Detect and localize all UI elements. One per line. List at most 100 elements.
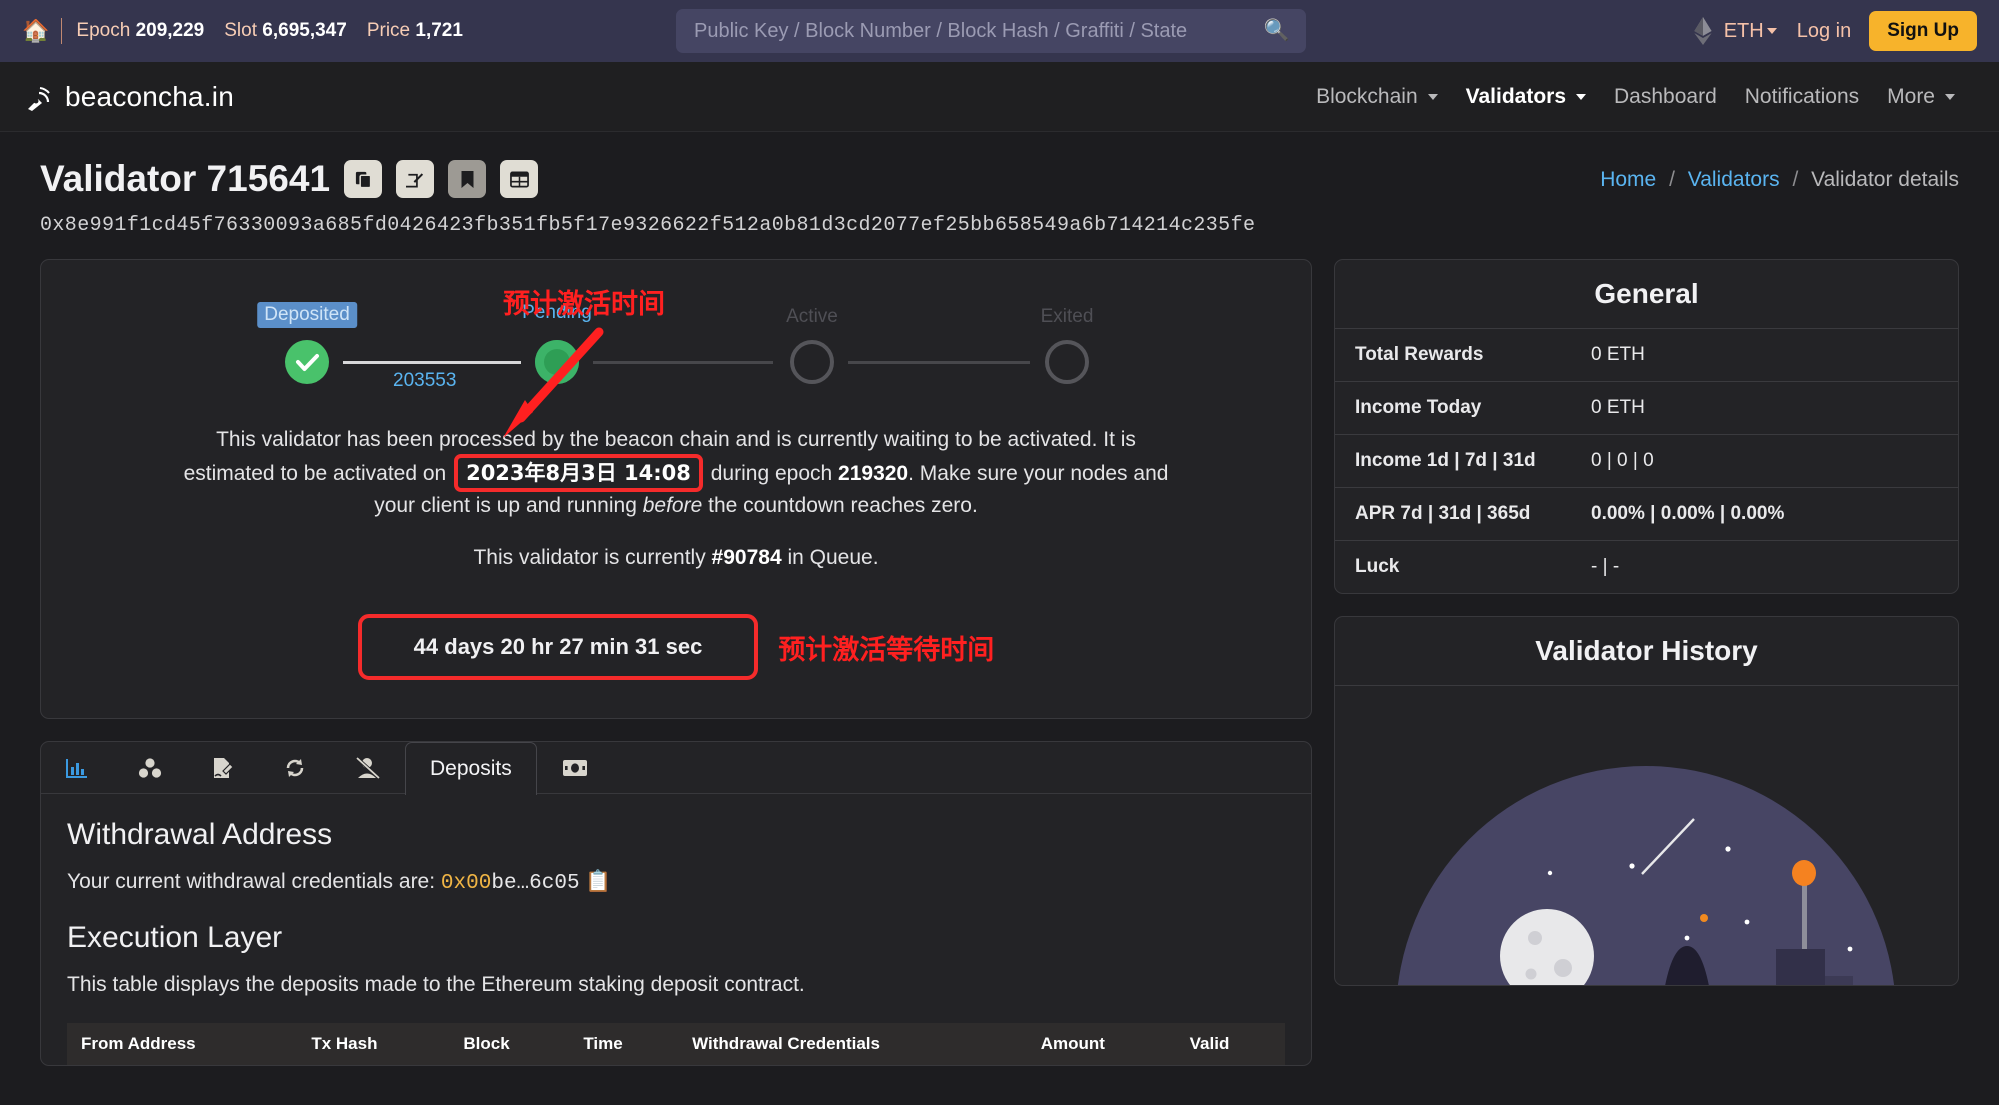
status-node-exited[interactable]: Exited [1041,306,1093,384]
general-card-title: General [1594,278,1699,309]
cubes-icon [138,757,162,778]
tab-bar: Deposits [41,742,1311,795]
credentials-hex-rest: be…6c05 [491,872,580,895]
tab-charts[interactable] [41,742,113,793]
tab-blocks[interactable] [113,742,187,793]
status-node-pending[interactable]: Pending [522,302,592,384]
validator-history-card: Validator History [1334,616,1959,986]
row-key: Luck [1355,556,1400,577]
general-table: Total Rewards 0 ETH Income Today 0 ETH I… [1335,328,1958,593]
status-description: This validator has been processed by the… [171,426,1181,520]
search-icon[interactable]: 🔍 [1264,19,1290,43]
tab-sync[interactable] [259,742,331,793]
nav-item-dashboard[interactable]: Dashboard [1614,85,1717,109]
chevron-down-icon [1427,93,1438,100]
activation-epoch[interactable]: 219320 [838,462,908,485]
column-tx-hash[interactable]: Tx Hash [297,1023,450,1065]
column-block[interactable]: Block [449,1023,570,1065]
sync-icon [286,759,304,777]
epoch-label: Epoch [76,20,131,41]
tab-slashings[interactable] [331,742,405,793]
main-navbar: beaconcha.in Blockchain Validators Dashb… [0,62,1999,132]
table-row: Income 1d | 7d | 31d 0 | 0 | 0 [1335,434,1958,488]
price-value: 1,721 [415,20,463,41]
table-row: Luck - | - [1335,540,1958,594]
tab-attestations[interactable] [187,742,259,793]
topbar-stats: 🏠 Epoch 209,229 Slot 6,695,347 Price 1,7… [22,18,483,44]
money-bill-icon [562,760,587,776]
epoch-stat[interactable]: Epoch 209,229 [76,20,204,42]
validator-tabs-card: Deposits Withdrawal Address Your current… [40,741,1312,1066]
status-node-active[interactable]: Active [786,306,838,384]
nav-item-notifications[interactable]: Notifications [1745,85,1859,109]
tab-withdrawals[interactable] [537,742,613,793]
home-icon[interactable]: 🏠 [22,20,49,42]
tab-label: Deposits [430,757,512,780]
bookmark-icon [461,170,474,188]
nav-item-more[interactable]: More [1887,85,1955,109]
status-desc-part2: during epoch [710,462,833,486]
table-header-row: From Address Tx Hash Block Time Withdraw… [67,1023,1285,1065]
column-amount[interactable]: Amount [1026,1023,1176,1065]
timeline-epoch-label: 203553 [393,370,457,391]
credentials-prefix: Your current withdrawal credentials are: [67,870,436,893]
nav-label: Validators [1465,84,1567,108]
ethereum-icon [1694,17,1712,45]
nav-item-validators[interactable]: Validators [1465,84,1587,109]
column-withdrawal-credentials[interactable]: Withdrawal Credentials [678,1023,1027,1065]
annotation-waiting-time: 预计激活等待时间 [778,634,995,666]
chevron-down-icon [1945,93,1955,100]
brand-name: beaconcha.in [65,80,234,112]
column-from-address[interactable]: From Address [67,1023,298,1065]
general-card: General Total Rewards 0 ETH Income Today… [1334,259,1959,594]
validator-status-card: 预计激活时间 203553 Deposited Pending Active E… [40,259,1312,719]
chevron-down-icon [1766,28,1777,35]
status-node-deposited[interactable]: Deposited [257,302,357,384]
brand[interactable]: beaconcha.in [26,81,234,113]
top-info-bar: 🏠 Epoch 209,229 Slot 6,695,347 Price 1,7… [0,0,1999,62]
table-row: Income Today 0 ETH [1335,381,1958,435]
price-stat[interactable]: Price 1,721 [367,20,463,42]
currency-selector[interactable]: ETH [1724,20,1777,43]
row-key: Income 1d | 7d | 31d [1355,450,1536,471]
breadcrumb-current: Validator details [1811,168,1959,191]
main-content: 预计激活时间 203553 Deposited Pending Active E… [0,237,1999,1066]
chevron-down-icon [1576,93,1587,100]
satellite-dish-icon [28,86,50,111]
copy-button[interactable] [344,160,383,198]
bar-chart-icon [66,759,87,778]
column-time[interactable]: Time [569,1023,679,1065]
slot-stat[interactable]: Slot 6,695,347 [224,20,347,42]
copy-credentials-icon[interactable]: 📋 [585,870,611,893]
edit-button[interactable] [396,160,435,198]
signup-button[interactable]: Sign Up [1869,11,1977,51]
tab-deposits[interactable]: Deposits [405,742,537,795]
withdrawal-address-heading: Withdrawal Address [67,818,333,851]
timeline-connector-3 [848,361,1030,364]
nav-item-blockchain[interactable]: Blockchain [1316,85,1438,109]
breadcrumb-home[interactable]: Home [1600,168,1656,191]
price-label: Price [366,20,411,41]
status-desc-emphasis: before [642,494,703,518]
row-value: 0.00% | 0.00% | 0.00% [1591,503,1785,524]
currency-label: ETH [1723,19,1764,42]
table-button[interactable] [500,160,539,198]
search-box[interactable]: 🔍 [676,9,1306,53]
queue-position: #90784 [711,546,782,570]
deposits-table: From Address Tx Hash Block Time Withdraw… [67,1023,1285,1065]
column-valid[interactable]: Valid [1175,1023,1285,1065]
file-signature-icon [214,758,234,778]
page-title: Validator 715641 [40,158,331,199]
breadcrumb-validators[interactable]: Validators [1688,168,1780,191]
row-value: - | - [1591,556,1620,577]
countdown-row: 44 days 20 hr 27 min 31 sec 预计激活等待时间 [63,614,1289,681]
bookmark-button[interactable] [448,160,487,198]
edit-icon [405,172,423,187]
annotation-activation-time: 预计激活时间 [503,289,665,320]
slot-value: 6,695,347 [262,20,347,41]
execution-layer-heading: Execution Layer [67,921,283,954]
search-input[interactable] [692,18,1258,44]
table-row: Total Rewards 0 ETH [1335,328,1958,382]
status-desc-part4: the countdown reaches zero. [708,494,978,518]
login-link[interactable]: Log in [1797,20,1852,43]
